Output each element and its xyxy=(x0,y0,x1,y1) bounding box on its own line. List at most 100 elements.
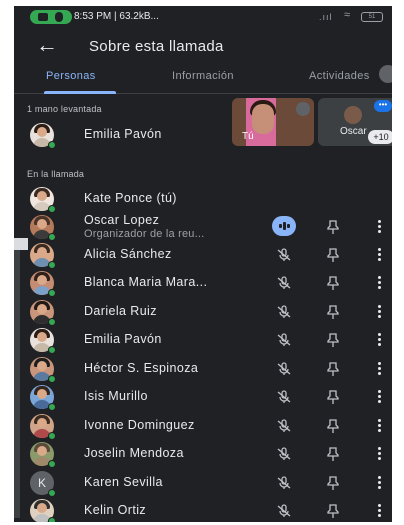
page-title: Sobre esta llamada xyxy=(89,38,224,55)
tab-personas[interactable]: Personas xyxy=(46,70,96,82)
more-vert-icon[interactable] xyxy=(377,389,383,405)
mic-off-icon[interactable] xyxy=(276,503,292,519)
participant-name: Héctor S. Espinoza xyxy=(84,361,199,375)
participant-name: Ivonne Dominguez xyxy=(84,418,195,432)
online-indicator xyxy=(48,205,56,213)
more-vert-icon[interactable] xyxy=(377,446,383,462)
participant-row[interactable]: Dariela Ruiz xyxy=(14,298,392,326)
pin-icon[interactable] xyxy=(326,275,340,291)
participant-row[interactable]: Joselin Mendoza xyxy=(14,440,392,468)
pin-icon[interactable] xyxy=(326,389,340,405)
more-vert-icon[interactable] xyxy=(377,503,383,519)
online-indicator xyxy=(48,375,56,383)
more-vert-icon[interactable] xyxy=(377,418,383,434)
pin-icon[interactable] xyxy=(326,446,340,462)
phone-screen: 8:53 PM | 63.2kB... .ııl ≈ 51 ← Sobre es… xyxy=(14,6,392,522)
arrow-back-icon[interactable]: ← xyxy=(36,34,58,56)
status-bar: 8:53 PM | 63.2kB... .ııl ≈ 51 xyxy=(14,6,392,28)
more-participants-count: +10 xyxy=(368,130,392,144)
more-vert-icon[interactable] xyxy=(377,332,383,348)
participant-row[interactable]: Héctor S. Espinoza xyxy=(14,355,392,383)
raised-hands-label: 1 mano levantada xyxy=(27,104,102,114)
other-tile-label: Oscar xyxy=(340,126,367,137)
participant-row[interactable]: Blanca Maria Mara... xyxy=(14,269,392,297)
self-tile-label: Tú xyxy=(242,131,254,142)
tab-bar: Personas Información Actividades xyxy=(14,64,392,94)
mic-off-icon[interactable] xyxy=(276,418,292,434)
mic-off-icon xyxy=(296,102,310,116)
online-indicator xyxy=(48,289,56,297)
other-video-tile[interactable]: ••• Oscar +10 xyxy=(318,98,392,146)
participant-row[interactable]: Isis Murillo xyxy=(14,383,392,411)
pin-icon[interactable] xyxy=(326,304,340,320)
online-indicator xyxy=(48,403,56,411)
pin-icon[interactable] xyxy=(326,247,340,263)
online-indicator xyxy=(48,346,56,354)
video-tiles: Tú ••• Oscar +10 xyxy=(232,98,392,146)
participant-name: Blanca Maria Mara... xyxy=(84,275,208,289)
mic-off-icon[interactable] xyxy=(276,332,292,348)
in-call-label: En la llamada xyxy=(27,169,85,179)
mic-off-icon[interactable] xyxy=(276,389,292,405)
mic-off-icon[interactable] xyxy=(276,304,292,320)
self-video-tile[interactable]: Tú xyxy=(232,98,314,146)
avatar xyxy=(344,106,362,124)
wifi-icon: ≈ xyxy=(344,9,351,21)
pin-icon[interactable] xyxy=(326,475,340,491)
participant-name: Kelin Ortiz xyxy=(84,503,147,517)
more-vert-icon[interactable] xyxy=(377,475,383,491)
mic-off-icon[interactable] xyxy=(276,361,292,377)
status-text: 8:53 PM | 63.2kB... xyxy=(74,11,159,22)
pin-icon[interactable] xyxy=(326,361,340,377)
participant-name: Dariela Ruiz xyxy=(84,304,157,318)
participant-row[interactable]: Emilia Pavón xyxy=(14,326,392,354)
participant-row[interactable]: Oscar Lopez Organizador de la reu... xyxy=(14,213,392,241)
more-vert-icon[interactable] xyxy=(377,247,383,263)
participant-row[interactable]: Kate Ponce (tú) xyxy=(14,185,392,213)
pin-icon[interactable] xyxy=(326,503,340,519)
participant-row[interactable]: K Karen Sevilla xyxy=(14,469,392,497)
online-indicator xyxy=(48,261,56,269)
more-vert-icon[interactable] xyxy=(377,275,383,291)
active-tab-indicator xyxy=(44,91,116,94)
participant-name: Emilia Pavón xyxy=(84,332,162,346)
pin-icon[interactable] xyxy=(326,219,340,235)
battery-icon: 51 xyxy=(361,12,383,22)
tab-informacion[interactable]: Información xyxy=(172,70,234,82)
participant-name: Karen Sevilla xyxy=(84,475,163,489)
participant-name: Kate Ponce (tú) xyxy=(84,191,177,205)
mic-off-icon[interactable] xyxy=(276,247,292,263)
online-indicator xyxy=(48,432,56,440)
tab-actividades[interactable]: Actividades xyxy=(309,70,370,82)
signal-icon: .ııl xyxy=(319,12,333,22)
pin-icon[interactable] xyxy=(326,332,340,348)
camera-icon xyxy=(38,13,48,21)
participant-row[interactable]: Kelin Ortiz xyxy=(14,497,392,522)
app-header: ← Sobre esta llamada xyxy=(14,30,392,66)
participant-name: Alicia Sánchez xyxy=(84,247,172,261)
participant-name: Oscar Lopez xyxy=(84,213,160,227)
more-vert-icon[interactable] xyxy=(377,304,383,320)
participant-row[interactable]: Alicia Sánchez xyxy=(14,241,392,269)
online-indicator xyxy=(48,233,56,241)
participant-name: Joselin Mendoza xyxy=(84,446,184,460)
online-indicator xyxy=(48,141,56,149)
pin-icon[interactable] xyxy=(326,418,340,434)
recording-indicator xyxy=(30,10,72,24)
online-indicator xyxy=(48,318,56,326)
participant-name: Isis Murillo xyxy=(84,389,148,403)
mic-off-icon[interactable] xyxy=(276,475,292,491)
mic-icon xyxy=(55,12,63,22)
mic-off-icon[interactable] xyxy=(276,275,292,291)
mic-off-icon[interactable] xyxy=(276,446,292,462)
participant-name: Emilia Pavón xyxy=(84,127,162,141)
more-vert-icon[interactable] xyxy=(377,361,383,377)
speaking-indicator-icon xyxy=(272,216,296,236)
online-indicator xyxy=(48,517,56,522)
participant-role: Organizador de la reu... xyxy=(84,228,205,240)
online-indicator xyxy=(48,489,56,497)
more-options-icon[interactable]: ••• xyxy=(374,100,392,112)
more-vert-icon[interactable] xyxy=(377,219,383,235)
participant-row[interactable]: Ivonne Dominguez xyxy=(14,412,392,440)
online-indicator xyxy=(48,460,56,468)
